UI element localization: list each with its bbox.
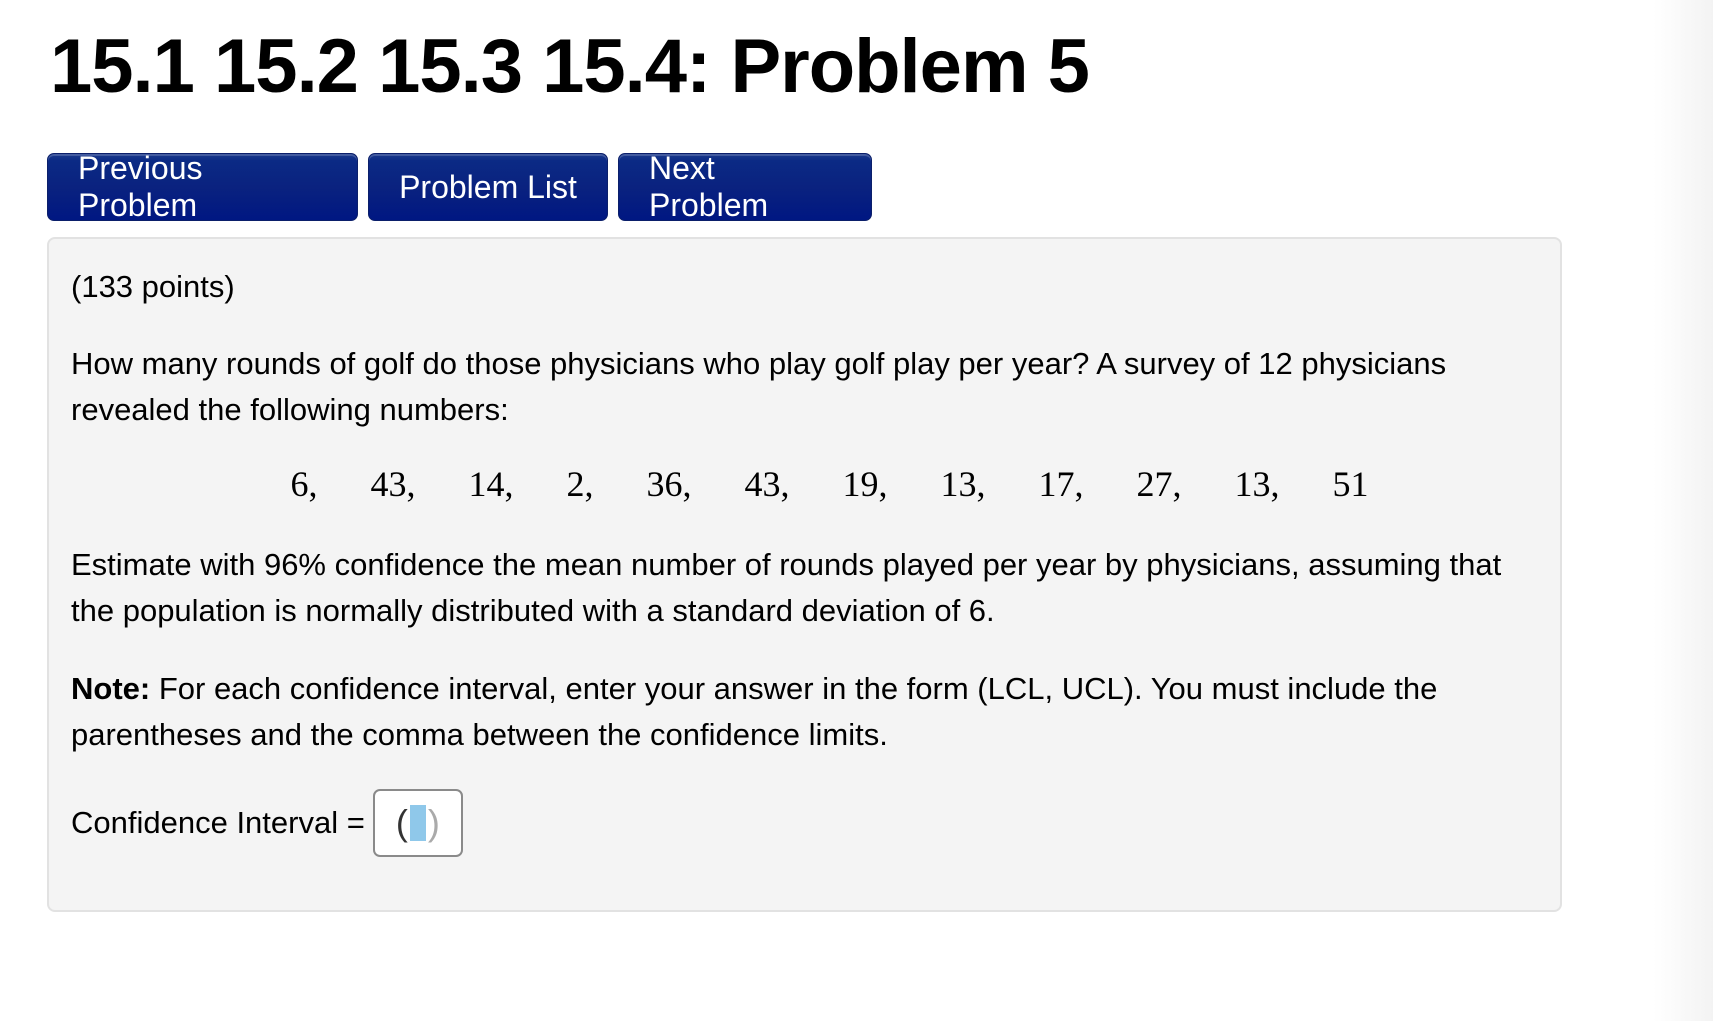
data-value: 14,	[468, 464, 514, 504]
data-value: 43,	[370, 464, 416, 504]
problem-instruction: Estimate with 96% confidence the mean nu…	[71, 547, 1502, 628]
page: 15.1 15.2 15.3 15.4: Problem 5 Previous …	[0, 0, 1713, 1021]
data-value: 43,	[744, 464, 790, 504]
answer-row: Confidence Interval = ( )	[71, 789, 463, 857]
problem-list-button[interactable]: Problem List	[368, 153, 608, 221]
open-paren: (	[395, 802, 408, 843]
problem-navigation: Previous Problem Problem List Next Probl…	[47, 150, 872, 223]
data-value: 19,	[842, 464, 888, 504]
next-problem-button[interactable]: Next Problem	[618, 150, 872, 223]
previous-problem-button[interactable]: Previous Problem	[47, 150, 358, 223]
data-value: 17,	[1038, 464, 1084, 504]
data-values: 6, 43, 14, 2, 36, 43, 19, 13, 17, 27, 13…	[49, 461, 1560, 507]
confidence-interval-input[interactable]: ( )	[372, 789, 463, 857]
data-value: 27,	[1136, 464, 1182, 504]
data-value: 6,	[290, 464, 318, 504]
text-cursor-icon	[409, 805, 426, 841]
problem-panel: (133 points) How many rounds of golf do …	[47, 237, 1562, 912]
data-value: 13,	[940, 464, 986, 504]
problem-note: Note: For each confidence interval, ente…	[71, 666, 1520, 758]
scroll-edge-shadow	[1653, 0, 1713, 1021]
problem-points: (133 points)	[71, 269, 235, 304]
answer-label: Confidence Interval =	[71, 805, 365, 840]
page-title: 15.1 15.2 15.3 15.4: Problem 5	[50, 24, 1090, 109]
note-label: Note:	[71, 671, 151, 706]
data-value: 13,	[1234, 464, 1280, 504]
data-value: 51	[1332, 464, 1369, 504]
data-value: 36,	[646, 464, 692, 504]
close-paren: )	[427, 802, 440, 843]
data-value: 2,	[566, 464, 594, 504]
note-text: For each confidence interval, enter your…	[71, 671, 1438, 752]
problem-question: How many rounds of golf do those physici…	[71, 346, 1447, 427]
